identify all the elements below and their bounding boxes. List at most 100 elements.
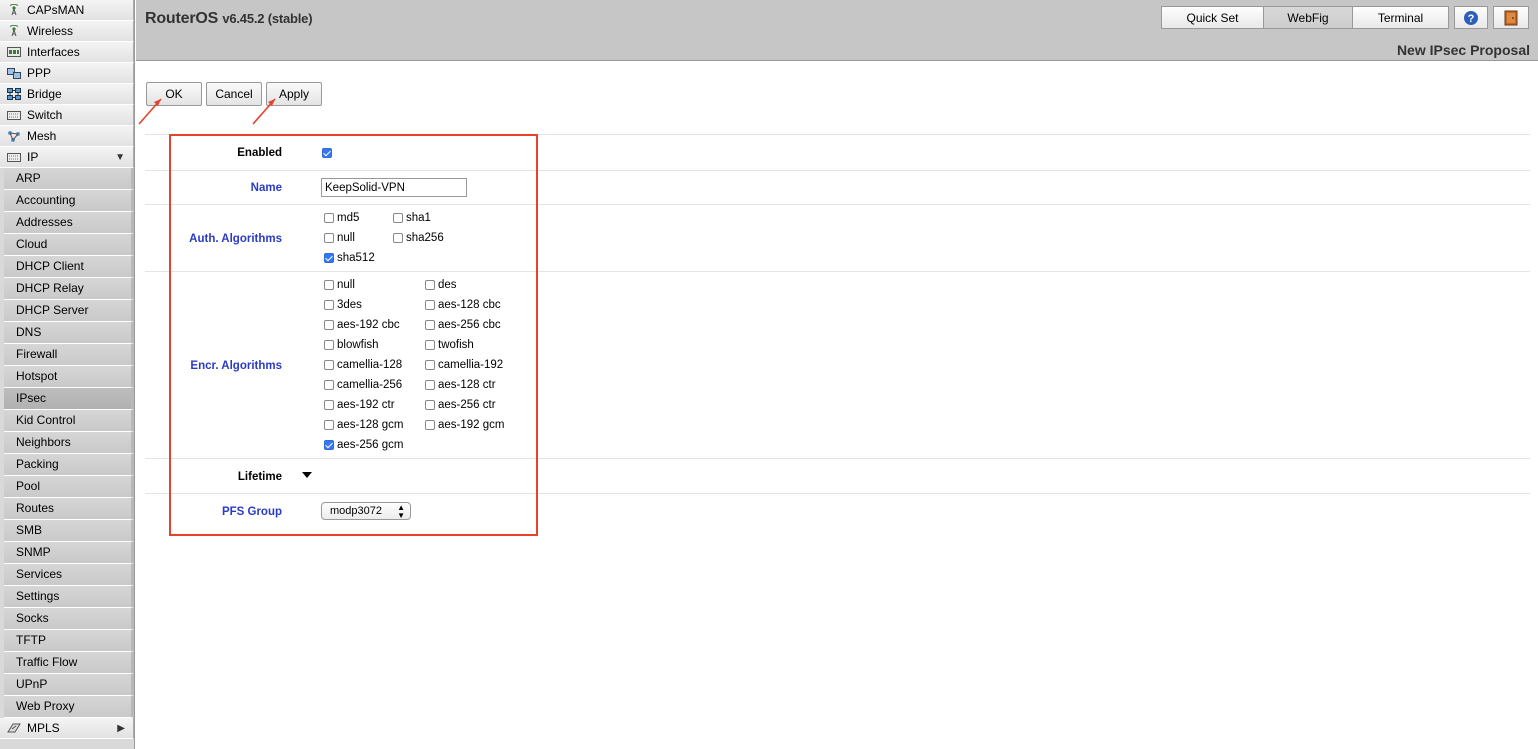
encr-aes-256-gcm-checkbox[interactable] [324,440,334,450]
terminal-button[interactable]: Terminal [1352,6,1449,29]
encr-aes-192-gcm-label: aes-192 gcm [438,419,505,431]
divider [145,204,1530,205]
sidebar-subitem-web-proxy[interactable]: Web Proxy [4,696,134,718]
enabled-checkbox[interactable] [322,148,332,158]
auth-sha1-checkbox[interactable] [393,213,403,223]
sidebar-subitem-neighbors[interactable]: Neighbors [4,432,134,454]
app-title: RouterOS v6.45.2 (stable) [145,10,313,28]
divider [145,493,1530,494]
sidebar-subitem-addresses[interactable]: Addresses [4,212,134,234]
auth-null-checkbox[interactable] [324,233,334,243]
sidebar-subitem-upnp[interactable]: UPnP [4,674,134,696]
encr-camellia-256-checkbox[interactable] [324,380,334,390]
encr-camellia-128-checkbox[interactable] [324,360,334,370]
sidebar-subitem-ipsec[interactable]: IPsec [4,388,134,410]
encr-aes-192-gcm-checkbox[interactable] [425,420,435,430]
mpls-icon [7,722,21,734]
lifetime-expand-icon[interactable] [302,472,312,478]
help-icon: ? [1464,11,1478,25]
auth-sha512-checkbox[interactable] [324,253,334,263]
encr-aes-128-gcm-checkbox[interactable] [324,420,334,430]
select-updown-icon: ▲ ▼ [397,503,405,520]
bridge-icon [7,88,21,100]
encr-3des-checkbox[interactable] [324,300,334,310]
sidebar-item-wireless[interactable]: Wireless [0,21,134,42]
encr-aes-128-ctr-checkbox[interactable] [425,380,435,390]
auth-sha1-label: sha1 [406,212,431,224]
encr-aes-256-cbc-label: aes-256 cbc [438,319,501,331]
sidebar-subitem-snmp[interactable]: SNMP [4,542,134,564]
version-label: v6.45.2 (stable) [222,11,313,26]
encr-aes-192-cbc-label: aes-192 cbc [337,319,400,331]
encr-aes-256-cbc-checkbox[interactable] [425,320,435,330]
sidebar-item-label: PPP [27,66,52,80]
encr-null-checkbox[interactable] [324,280,334,290]
webfig-button[interactable]: WebFig [1263,6,1353,29]
sidebar-subitem-smb[interactable]: SMB [4,520,134,542]
encr-des-checkbox[interactable] [425,280,435,290]
sidebar-subitem-tftp[interactable]: TFTP [4,630,134,652]
sidebar-subitem-traffic-flow[interactable]: Traffic Flow [4,652,134,674]
sidebar-subitem-services[interactable]: Services [4,564,134,586]
logout-door-icon [1504,10,1518,26]
sidebar-subitem-pool[interactable]: Pool [4,476,134,498]
encr-algorithms-label: Encr. Algorithms [190,360,282,372]
encr-twofish-label: twofish [438,339,474,351]
sidebar-subitem-firewall[interactable]: Firewall [4,344,134,366]
sidebar-item-ip[interactable]: IP ▼ [0,147,134,168]
arrow-to-ok-icon [138,98,162,125]
auth-sha256-checkbox[interactable] [393,233,403,243]
ppp-icon [7,67,21,79]
divider [145,458,1530,459]
encr-aes-128-cbc-checkbox[interactable] [425,300,435,310]
encr-aes-192-cbc-checkbox[interactable] [324,320,334,330]
encr-aes-192-ctr-checkbox[interactable] [324,400,334,410]
sidebar-item-label: Wireless [27,24,74,38]
pfs-group-select[interactable]: modp3072 ▲ ▼ [321,502,411,520]
sidebar-item-label: IP [27,150,39,164]
sidebar-subitem-dns[interactable]: DNS [4,322,134,344]
sidebar-item-label: Mesh [27,129,57,143]
help-button[interactable]: ? [1454,6,1488,29]
logout-button[interactable] [1493,6,1529,29]
sidebar-subitem-dhcp-client[interactable]: DHCP Client [4,256,134,278]
name-input[interactable] [321,178,467,197]
sidebar-item-capsman[interactable]: CAPsMAN [0,0,134,21]
sidebar-subitem-hotspot[interactable]: Hotspot [4,366,134,388]
annotation-arrows [138,98,276,125]
sidebar-subitem-accounting[interactable]: Accounting [4,190,134,212]
encr-aes-256-ctr-checkbox[interactable] [425,400,435,410]
sidebar-subitem-cloud[interactable]: Cloud [4,234,134,256]
sidebar-subitem-dhcp-relay[interactable]: DHCP Relay [4,278,134,300]
sidebar-subitem-socks[interactable]: Socks [4,608,134,630]
sidebar-subitem-kid-control[interactable]: Kid Control [4,410,134,432]
header-bar: RouterOS v6.45.2 (stable) Quick Set WebF… [136,0,1538,61]
sidebar-subitem-settings[interactable]: Settings [4,586,134,608]
sidebar-subitem-dhcp-server[interactable]: DHCP Server [4,300,134,322]
mesh-icon [7,130,21,142]
divider [145,170,1530,171]
sidebar-item-label: MPLS [27,721,60,735]
sidebar-item-interfaces[interactable]: Interfaces [0,42,134,63]
brand-name: RouterOS [145,10,219,27]
encr-aes-256-gcm-label: aes-256 gcm [337,439,404,451]
sidebar-item-ppp[interactable]: PPP [0,63,134,84]
sidebar-item-bridge[interactable]: Bridge [0,84,134,105]
auth-md5-checkbox[interactable] [324,213,334,223]
encr-camellia-192-checkbox[interactable] [425,360,435,370]
sidebar-item-switch[interactable]: Switch [0,105,134,126]
quick-set-button[interactable]: Quick Set [1161,6,1264,29]
auth-md5-label: md5 [337,212,360,224]
chevron-down-icon: ▼ [115,152,125,163]
sidebar-item-mpls[interactable]: MPLS ▶ [0,718,134,739]
pfs-group-value: modp3072 [330,505,382,517]
sidebar-item-mesh[interactable]: Mesh [0,126,134,147]
encr-blowfish-checkbox[interactable] [324,340,334,350]
encr-twofish-checkbox[interactable] [425,340,435,350]
encr-aes-256-ctr-label: aes-256 ctr [438,399,496,411]
sidebar-subitem-packing[interactable]: Packing [4,454,134,476]
sidebar-subitem-arp[interactable]: ARP [4,168,134,190]
sidebar-item-label: Bridge [27,87,62,101]
pfs-group-label: PFS Group [221,506,282,518]
sidebar-subitem-routes[interactable]: Routes [4,498,134,520]
